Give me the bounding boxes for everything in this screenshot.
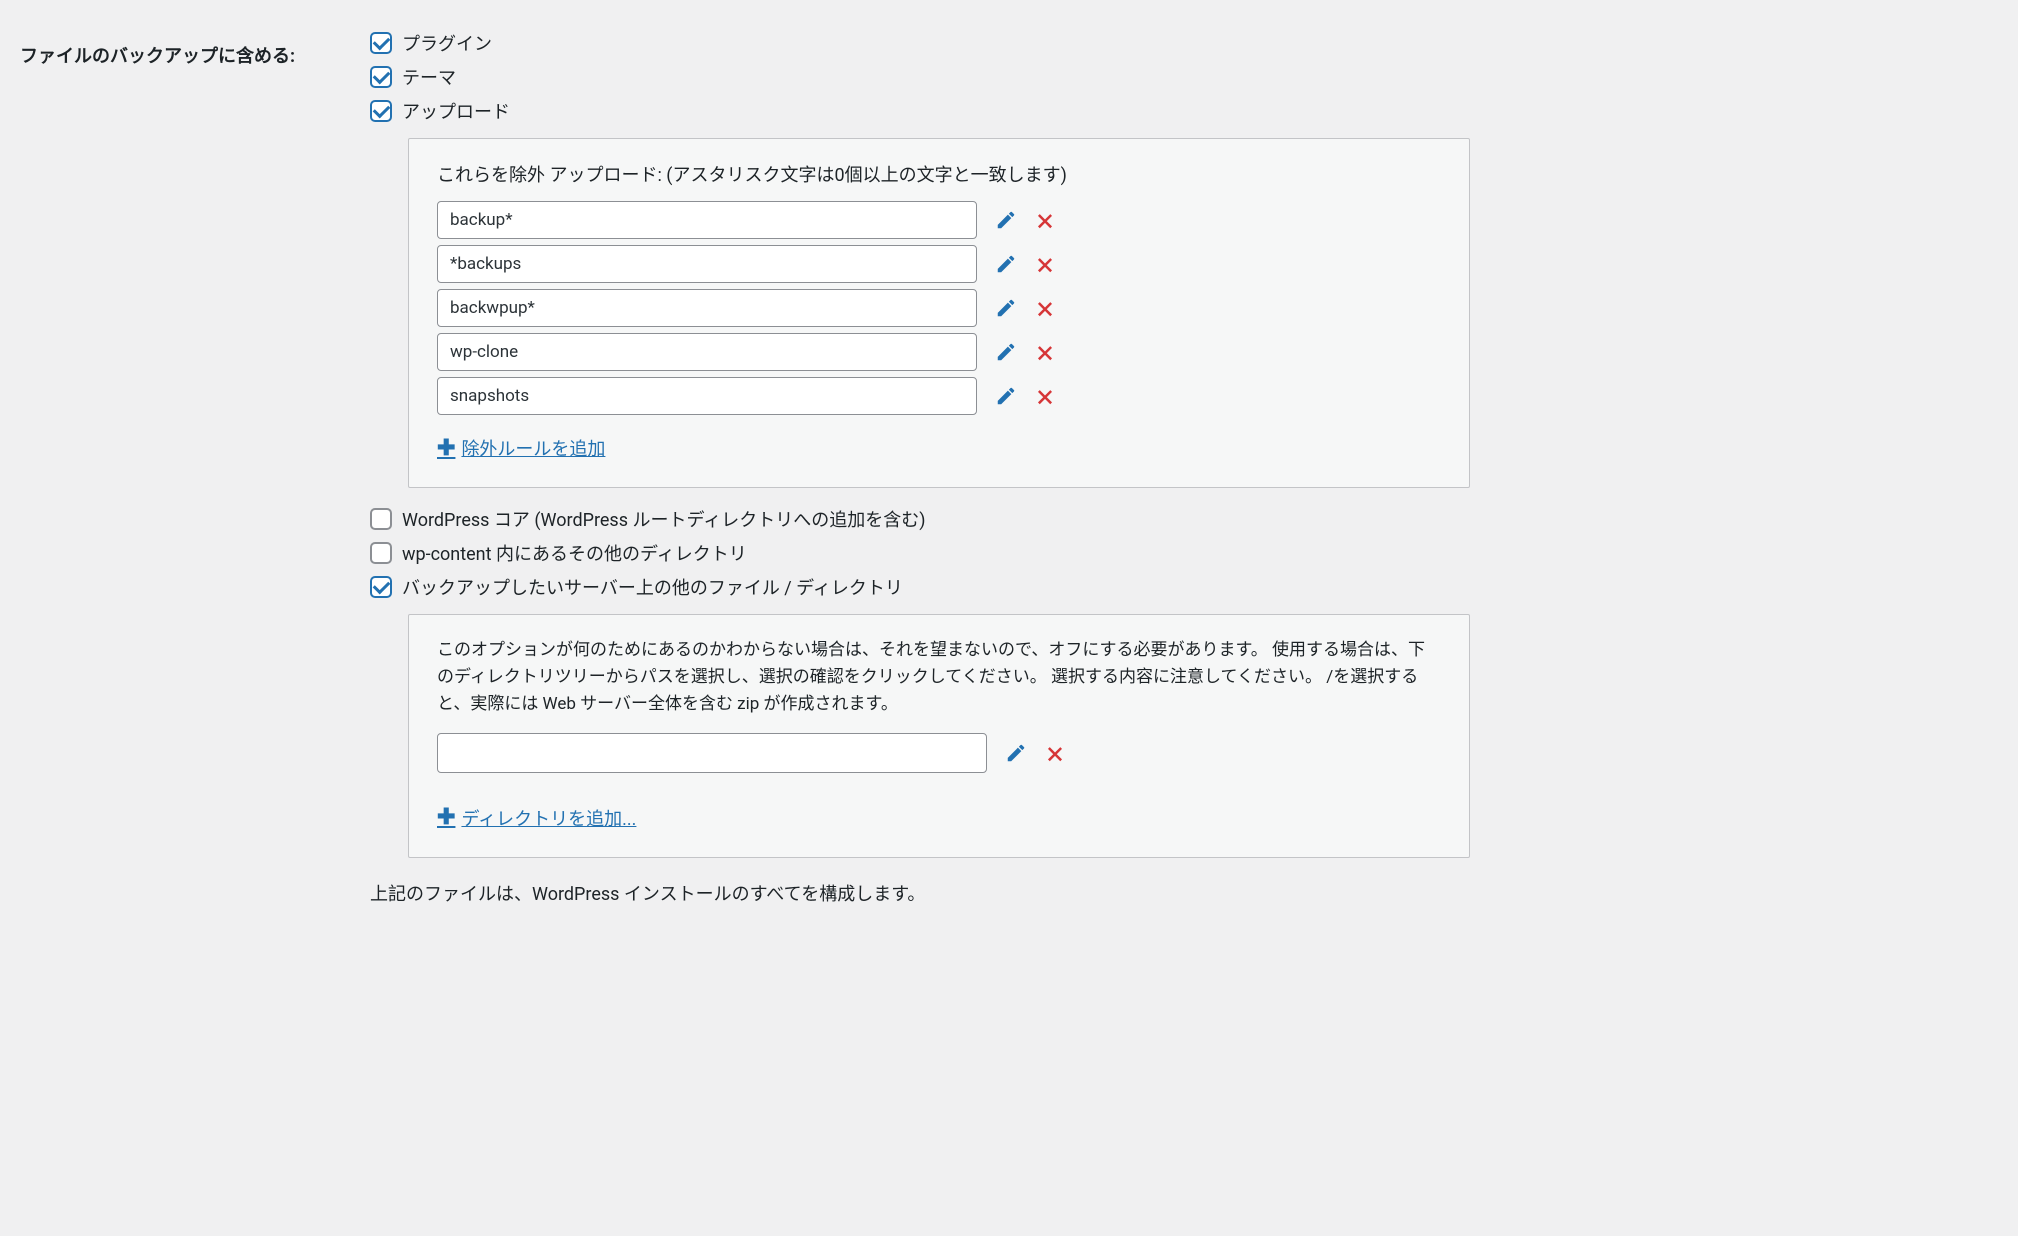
plugins-checkbox[interactable] (370, 32, 392, 54)
add-exclude-rule-link[interactable]: ✚ 除外ルールを追加 (437, 435, 605, 461)
exclude-rule-input[interactable]: wp-clone (437, 333, 977, 371)
exclude-rule-row: backup* (437, 201, 1441, 239)
exclude-heading-hint: (アスタリスク文字は0個以上の文字と一致します) (666, 165, 1067, 186)
plus-icon: ✚ (437, 436, 455, 461)
close-icon[interactable] (1035, 342, 1055, 362)
checkbox-row-wp-content-other: wp-content 内にあるその他のディレクトリ (370, 540, 1470, 566)
close-icon[interactable] (1035, 298, 1055, 318)
wp-core-label: WordPress コア (WordPress ルートディレクトリへの追加を含む… (402, 506, 925, 532)
close-icon[interactable] (1035, 386, 1055, 406)
checkbox-row-plugins: プラグイン (370, 30, 1470, 56)
section-label: ファイルのバックアップに含める: (20, 30, 320, 68)
pencil-icon[interactable] (995, 341, 1017, 363)
exclude-rule-input[interactable]: *backups (437, 245, 977, 283)
pencil-icon[interactable] (1005, 742, 1027, 764)
pencil-icon[interactable] (995, 253, 1017, 275)
pencil-icon[interactable] (995, 385, 1017, 407)
pencil-icon[interactable] (995, 297, 1017, 319)
exclude-rule-row: *backups (437, 245, 1441, 283)
exclude-heading: これらを除外 アップロード: (アスタリスク文字は0個以上の文字と一致します) (437, 161, 1441, 187)
exclude-rule-row: backwpup* (437, 289, 1441, 327)
plugins-label: プラグイン (402, 30, 492, 56)
exclude-rule-input[interactable]: backup* (437, 201, 977, 239)
checkbox-row-other-server-files: バックアップしたいサーバー上の他のファイル / ディレクトリ (370, 574, 1470, 600)
other-server-files-label: バックアップしたいサーバー上の他のファイル / ディレクトリ (402, 574, 903, 600)
footer-note: 上記のファイルは、WordPress インストールのすべてを構成します。 (370, 880, 1470, 906)
themes-checkbox[interactable] (370, 66, 392, 88)
themes-label: テーマ (402, 64, 456, 90)
close-icon[interactable] (1035, 210, 1055, 230)
directory-path-input[interactable] (437, 733, 987, 773)
path-row (437, 733, 1441, 773)
exclude-uploads-panel: これらを除外 アップロード: (アスタリスク文字は0個以上の文字と一致します) … (408, 138, 1470, 488)
uploads-checkbox[interactable] (370, 100, 392, 122)
plus-icon: ✚ (437, 805, 455, 830)
close-icon[interactable] (1035, 254, 1055, 274)
wp-content-other-checkbox[interactable] (370, 542, 392, 564)
checkbox-row-uploads: アップロード (370, 98, 1470, 124)
exclude-rule-input[interactable]: snapshots (437, 377, 977, 415)
settings-content: プラグイン テーマ アップロード これらを除外 アップロード: (アスタリスク文… (370, 30, 1470, 906)
exclude-rule-row: snapshots (437, 377, 1441, 415)
other-server-files-checkbox[interactable] (370, 576, 392, 598)
add-directory-label: ディレクトリを追加... (461, 805, 636, 831)
checkbox-row-themes: テーマ (370, 64, 1470, 90)
uploads-label: アップロード (402, 98, 510, 124)
close-icon[interactable] (1045, 743, 1065, 763)
wp-core-checkbox[interactable] (370, 508, 392, 530)
checkbox-row-wp-core: WordPress コア (WordPress ルートディレクトリへの追加を含む… (370, 506, 1470, 532)
other-files-panel: このオプションが何のためにあるのかわからない場合は、それを望まないので、オフにす… (408, 614, 1470, 858)
pencil-icon[interactable] (995, 209, 1017, 231)
other-files-description: このオプションが何のためにあるのかわからない場合は、それを望まないので、オフにす… (437, 637, 1441, 719)
wp-content-other-label: wp-content 内にあるその他のディレクトリ (402, 540, 747, 566)
exclude-rule-input[interactable]: backwpup* (437, 289, 977, 327)
add-directory-link[interactable]: ✚ ディレクトリを追加... (437, 805, 636, 831)
exclude-rule-row: wp-clone (437, 333, 1441, 371)
add-exclude-rule-label: 除外ルールを追加 (461, 435, 605, 461)
exclude-heading-prefix: これらを除外 アップロード: (437, 165, 662, 186)
